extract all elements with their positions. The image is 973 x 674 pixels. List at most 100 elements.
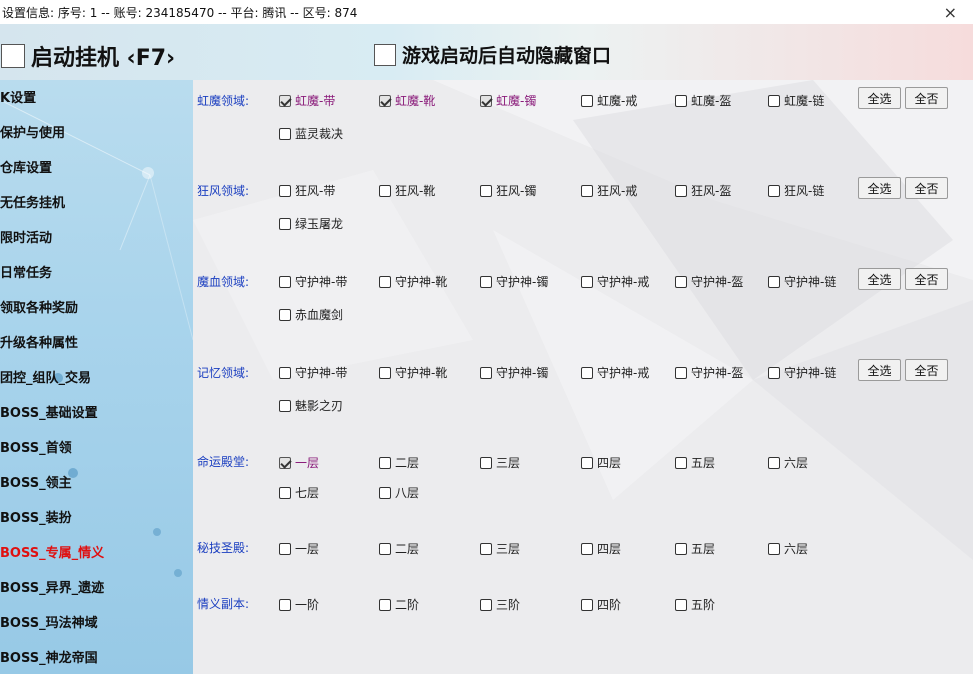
sidebar-item[interactable]: 升级各种属性 xyxy=(0,334,78,354)
checkbox-box[interactable] xyxy=(279,127,291,140)
select-none-button[interactable]: 全否 xyxy=(905,177,948,199)
sidebar-item[interactable]: BOSS_首领 xyxy=(0,439,72,459)
checkbox-box[interactable] xyxy=(379,598,391,611)
option-checkbox[interactable]: 狂风-盔 xyxy=(675,182,731,199)
option-checkbox[interactable]: 守护神-戒 xyxy=(581,273,649,290)
checkbox-box[interactable] xyxy=(768,366,780,379)
option-checkbox[interactable]: 狂风-靴 xyxy=(379,182,435,199)
select-all-button[interactable]: 全选 xyxy=(858,268,901,290)
option-checkbox[interactable]: 虹魔-带 xyxy=(279,92,335,109)
sidebar-item[interactable]: 团控_组队_交易 xyxy=(0,369,91,389)
checkbox-box[interactable] xyxy=(675,366,687,379)
sidebar-item[interactable]: 仓库设置 xyxy=(0,159,52,179)
select-all-button[interactable]: 全选 xyxy=(858,177,901,199)
option-checkbox[interactable]: 虹魔-镯 xyxy=(480,92,536,109)
option-checkbox[interactable]: 守护神-链 xyxy=(768,273,836,290)
start-hang-checkbox[interactable]: 启动挂机 ‹F7› xyxy=(1,40,175,72)
checkbox-box[interactable] xyxy=(279,456,291,469)
checkbox-box[interactable] xyxy=(279,94,291,107)
option-checkbox[interactable]: 狂风-镯 xyxy=(480,182,536,199)
auto-hide-box[interactable] xyxy=(374,43,396,66)
option-checkbox[interactable]: 守护神-镯 xyxy=(480,364,548,381)
checkbox-box[interactable] xyxy=(768,542,780,555)
checkbox-box[interactable] xyxy=(768,275,780,288)
checkbox-box[interactable] xyxy=(379,456,391,469)
option-checkbox[interactable]: 四层 xyxy=(581,540,621,557)
checkbox-box[interactable] xyxy=(279,486,291,499)
sidebar-item[interactable]: BOSS_异界_遗迹 xyxy=(0,579,104,599)
select-none-button[interactable]: 全否 xyxy=(905,268,948,290)
option-checkbox[interactable]: 三层 xyxy=(480,540,520,557)
checkbox-box[interactable] xyxy=(675,456,687,469)
checkbox-box[interactable] xyxy=(379,366,391,379)
checkbox-box[interactable] xyxy=(480,366,492,379)
option-checkbox[interactable]: 四阶 xyxy=(581,596,621,613)
sidebar-item[interactable]: BOSS_基础设置 xyxy=(0,404,98,424)
option-checkbox[interactable]: 四层 xyxy=(581,454,621,471)
option-checkbox[interactable]: 虹魔-链 xyxy=(768,92,824,109)
option-checkbox[interactable]: 赤血魔剑 xyxy=(279,306,343,323)
option-checkbox[interactable]: 一层 xyxy=(279,454,319,471)
option-checkbox[interactable]: 守护神-靴 xyxy=(379,364,447,381)
option-checkbox[interactable]: 六层 xyxy=(768,540,808,557)
option-checkbox[interactable]: 狂风-戒 xyxy=(581,182,637,199)
option-checkbox[interactable]: 魅影之刃 xyxy=(279,397,343,414)
checkbox-box[interactable] xyxy=(279,308,291,321)
option-checkbox[interactable]: 七层 xyxy=(279,484,319,501)
option-checkbox[interactable]: 狂风-链 xyxy=(768,182,824,199)
option-checkbox[interactable]: 八层 xyxy=(379,484,419,501)
select-all-button[interactable]: 全选 xyxy=(858,87,901,109)
checkbox-box[interactable] xyxy=(379,275,391,288)
auto-hide-window-checkbox[interactable]: 游戏启动后自动隐藏窗口 xyxy=(374,41,611,68)
option-checkbox[interactable]: 狂风-带 xyxy=(279,182,335,199)
option-checkbox[interactable]: 三阶 xyxy=(480,596,520,613)
sidebar-item[interactable]: 保护与使用 xyxy=(0,124,65,144)
start-hang-box[interactable] xyxy=(1,44,25,68)
sidebar-item[interactable]: 日常任务 xyxy=(0,264,52,284)
option-checkbox[interactable]: 六层 xyxy=(768,454,808,471)
option-checkbox[interactable]: 虹魔-戒 xyxy=(581,92,637,109)
option-checkbox[interactable]: 守护神-带 xyxy=(279,364,347,381)
sidebar-item[interactable]: BOSS_玛法神域 xyxy=(0,614,98,634)
option-checkbox[interactable]: 守护神-镯 xyxy=(480,273,548,290)
option-checkbox[interactable]: 五阶 xyxy=(675,596,715,613)
checkbox-box[interactable] xyxy=(581,275,593,288)
checkbox-box[interactable] xyxy=(279,399,291,412)
checkbox-box[interactable] xyxy=(581,542,593,555)
sidebar-item[interactable]: BOSS_装扮 xyxy=(0,509,72,529)
option-checkbox[interactable]: 虹魔-靴 xyxy=(379,92,435,109)
option-checkbox[interactable]: 二阶 xyxy=(379,596,419,613)
checkbox-box[interactable] xyxy=(279,275,291,288)
checkbox-box[interactable] xyxy=(379,94,391,107)
option-checkbox[interactable]: 守护神-链 xyxy=(768,364,836,381)
option-checkbox[interactable]: 守护神-盔 xyxy=(675,364,743,381)
option-checkbox[interactable]: 绿玉屠龙 xyxy=(279,215,343,232)
checkbox-box[interactable] xyxy=(768,94,780,107)
checkbox-box[interactable] xyxy=(379,486,391,499)
option-checkbox[interactable]: 一阶 xyxy=(279,596,319,613)
select-none-button[interactable]: 全否 xyxy=(905,87,948,109)
checkbox-box[interactable] xyxy=(480,184,492,197)
option-checkbox[interactable]: 蓝灵裁决 xyxy=(279,125,343,142)
checkbox-box[interactable] xyxy=(581,94,593,107)
close-icon[interactable]: × xyxy=(944,0,957,24)
checkbox-box[interactable] xyxy=(480,94,492,107)
checkbox-box[interactable] xyxy=(581,598,593,611)
checkbox-box[interactable] xyxy=(480,456,492,469)
sidebar-item[interactable]: 无任务挂机 xyxy=(0,194,65,214)
option-checkbox[interactable]: 守护神-戒 xyxy=(581,364,649,381)
checkbox-box[interactable] xyxy=(675,184,687,197)
checkbox-box[interactable] xyxy=(279,366,291,379)
checkbox-box[interactable] xyxy=(768,184,780,197)
option-checkbox[interactable]: 二层 xyxy=(379,540,419,557)
checkbox-box[interactable] xyxy=(279,217,291,230)
checkbox-box[interactable] xyxy=(675,94,687,107)
checkbox-box[interactable] xyxy=(279,184,291,197)
checkbox-box[interactable] xyxy=(379,542,391,555)
select-all-button[interactable]: 全选 xyxy=(858,359,901,381)
checkbox-box[interactable] xyxy=(581,366,593,379)
sidebar-item[interactable]: 限时活动 xyxy=(0,229,52,249)
option-checkbox[interactable]: 守护神-靴 xyxy=(379,273,447,290)
checkbox-box[interactable] xyxy=(768,456,780,469)
option-checkbox[interactable]: 五层 xyxy=(675,540,715,557)
